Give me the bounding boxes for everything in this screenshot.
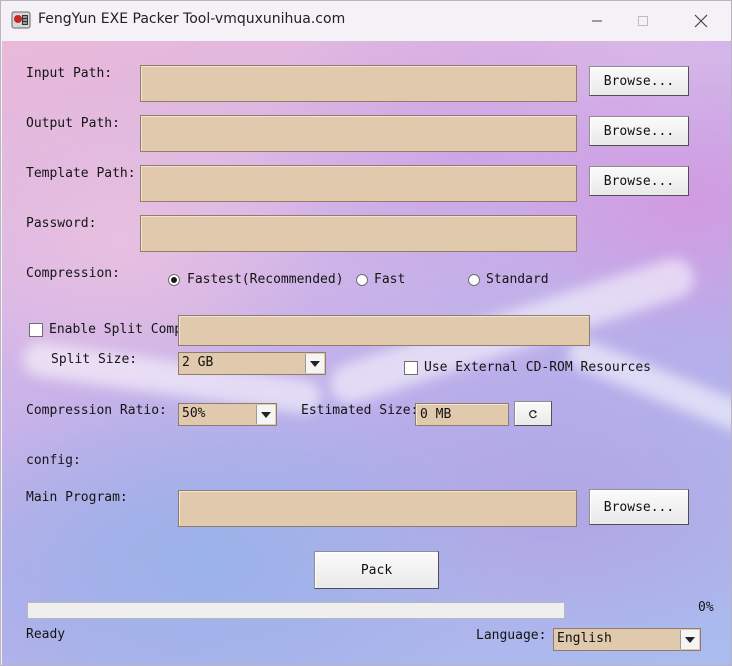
input-path-browse-button[interactable]: Browse...: [589, 66, 689, 96]
maximize-button[interactable]: [620, 1, 666, 41]
main-program-field[interactable]: [178, 490, 577, 527]
input-path-field[interactable]: [140, 65, 577, 102]
main-program-label: Main Program:: [26, 490, 128, 505]
enable-split-label[interactable]: Enable Split Comp: [49, 322, 182, 337]
compression-ratio-value: 50%: [182, 406, 206, 421]
title-bar[interactable]: FengYun EXE Packer Tool-vmquxunihua.com: [1, 1, 731, 41]
main-program-browse-button[interactable]: Browse...: [589, 489, 689, 525]
minimize-button[interactable]: [574, 1, 620, 41]
close-icon: [694, 14, 708, 28]
language-label: Language:: [476, 628, 547, 643]
dropdown-button[interactable]: [305, 354, 324, 373]
minimize-icon: [592, 20, 602, 22]
output-path-field[interactable]: [140, 115, 577, 152]
compression-fastest-radio[interactable]: [168, 274, 180, 286]
external-cdrom-label[interactable]: Use External CD-ROM Resources: [424, 360, 651, 375]
app-icon: [11, 11, 31, 29]
language-select[interactable]: English: [553, 628, 701, 651]
window-title: FengYun EXE Packer Tool-vmquxunihua.com: [38, 11, 346, 27]
split-size-select[interactable]: 2 GB: [178, 352, 326, 375]
chevron-down-icon: [310, 360, 320, 367]
split-path-field[interactable]: [178, 315, 590, 346]
app-window: FengYun EXE Packer Tool-vmquxunihua.com …: [0, 0, 732, 666]
password-field[interactable]: [140, 215, 577, 252]
config-label: config:: [26, 453, 81, 468]
language-value: English: [557, 631, 612, 646]
compression-fast-radio[interactable]: [356, 274, 368, 286]
split-size-value: 2 GB: [182, 355, 214, 370]
refresh-icon: [529, 409, 537, 418]
progress-bar: [27, 602, 565, 619]
pack-button[interactable]: Pack: [314, 551, 439, 589]
background-decoration: [563, 334, 731, 438]
compression-fastest-label[interactable]: Fastest(Recommended): [187, 272, 344, 287]
input-path-label: Input Path:: [26, 66, 113, 81]
template-path-browse-button[interactable]: Browse...: [589, 166, 689, 196]
close-button[interactable]: [678, 1, 724, 41]
output-path-browse-button[interactable]: Browse...: [589, 116, 689, 146]
chevron-down-icon: [685, 636, 695, 643]
estimated-size-field: [415, 403, 509, 426]
progress-percent: 0%: [698, 600, 714, 615]
compression-standard-label[interactable]: Standard: [486, 272, 549, 287]
compression-standard-radio[interactable]: [468, 274, 480, 286]
compression-ratio-label: Compression Ratio:: [26, 403, 167, 418]
enable-split-checkbox[interactable]: [29, 323, 43, 337]
dropdown-button[interactable]: [256, 405, 275, 424]
maximize-icon: [638, 16, 648, 26]
dropdown-button[interactable]: [680, 630, 699, 649]
chevron-down-icon: [261, 411, 271, 418]
template-path-field[interactable]: [140, 165, 577, 202]
template-path-label: Template Path:: [26, 166, 136, 181]
status-text: Ready: [26, 627, 66, 642]
refresh-size-button[interactable]: [514, 401, 552, 426]
estimated-size-label: Estimated Size:: [301, 403, 419, 418]
compression-fast-label[interactable]: Fast: [374, 272, 405, 287]
split-size-label: Split Size:: [51, 352, 138, 367]
compression-label: Compression:: [26, 266, 120, 281]
external-cdrom-checkbox[interactable]: [404, 361, 418, 375]
compression-ratio-select[interactable]: 50%: [178, 403, 277, 426]
client-area: Input Path: Browse... Output Path: Brows…: [2, 41, 731, 665]
password-label: Password:: [26, 216, 97, 231]
output-path-label: Output Path:: [26, 116, 120, 131]
